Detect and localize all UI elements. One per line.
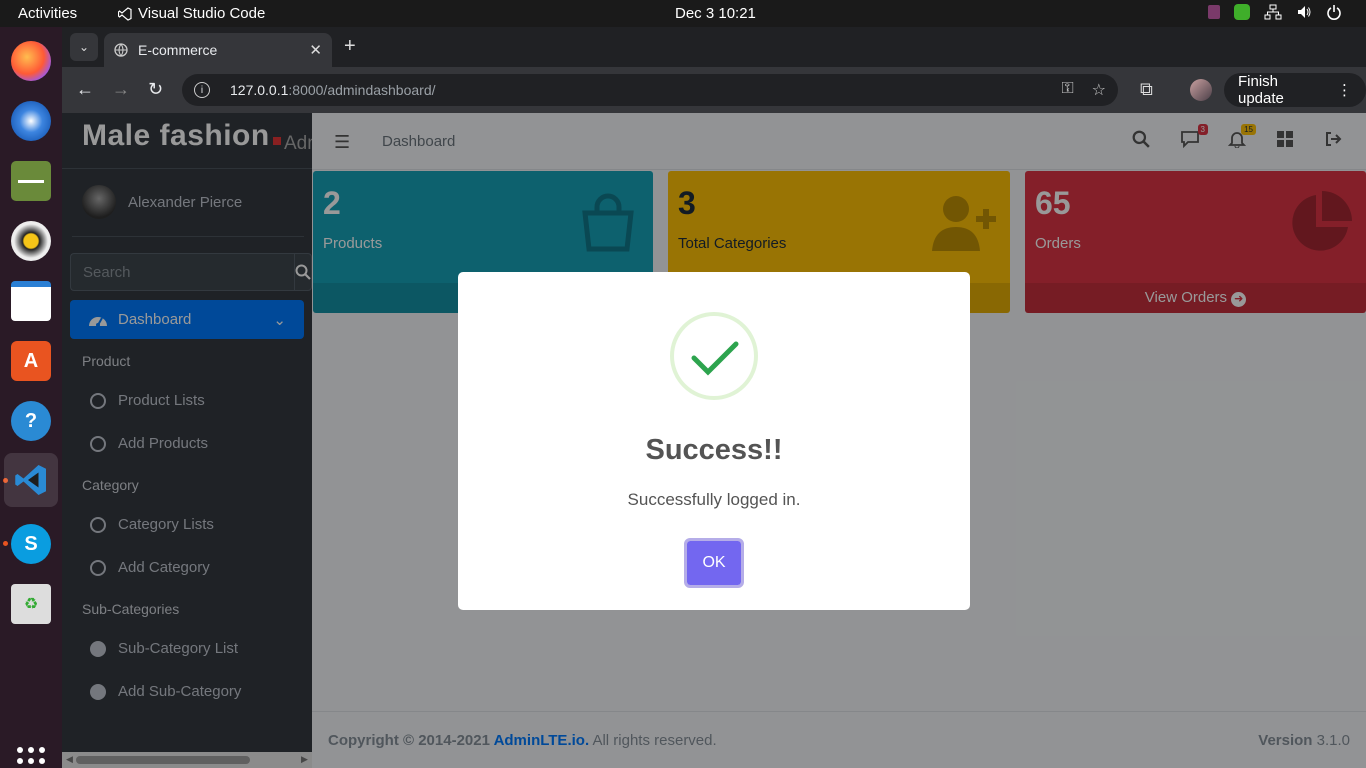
trash-icon[interactable]: ♻ [11, 584, 51, 624]
success-check-icon [670, 312, 758, 400]
system-tray[interactable] [1208, 4, 1342, 20]
tab-search-icon[interactable]: ⌄ [70, 33, 98, 61]
update-shield-icon[interactable] [1234, 4, 1250, 20]
vscode-small-icon [118, 6, 132, 21]
network-icon[interactable] [1264, 4, 1282, 20]
dialog-message: Successfully logged in. [627, 490, 801, 509]
activities-button[interactable]: Activities [18, 5, 77, 22]
close-tab-icon[interactable]: ✕ [309, 41, 322, 59]
thunderbird-icon[interactable] [11, 101, 51, 141]
reload-icon[interactable]: ↻ [148, 79, 163, 99]
extensions-icon[interactable]: ⧉ [1140, 79, 1153, 100]
show-apps-icon[interactable] [17, 747, 45, 768]
address-bar[interactable]: i 127.0.0.1:8000/admindashboard/ ⚿ ☆ [182, 74, 1118, 106]
globe-icon [114, 43, 128, 57]
dock: A ? S ♻ [0, 27, 62, 768]
finish-update-label: Finish update [1238, 73, 1284, 107]
url-path: :8000/admindashboard/ [288, 82, 436, 98]
volume-icon[interactable] [1296, 4, 1312, 20]
profile-avatar[interactable] [1190, 79, 1212, 101]
browser-toolbar: ← → ↻ i 127.0.0.1:8000/admindashboard/ ⚿… [62, 67, 1366, 113]
power-icon[interactable] [1326, 4, 1342, 20]
tab-ecommerce[interactable]: E-commerce ✕ [104, 33, 332, 67]
skype-icon[interactable]: S [11, 524, 51, 564]
tab-strip: ⌄ E-commerce ✕ + [62, 27, 1366, 67]
bookmark-star-icon[interactable]: ☆ [1092, 80, 1106, 100]
success-dialog: Success!! Successfully logged in. OK [458, 272, 970, 610]
back-icon[interactable]: ← [76, 79, 94, 99]
finish-update-button[interactable]: Finish update ⋮ [1224, 73, 1366, 107]
writer-icon[interactable] [11, 281, 51, 321]
rhythmbox-icon[interactable] [11, 221, 51, 261]
indicator-icon[interactable] [1208, 5, 1220, 19]
files-icon[interactable] [11, 161, 51, 201]
system-top-bar: Activities Visual Studio Code Dec 3 10:2… [0, 0, 1366, 27]
site-info-icon[interactable]: i [194, 82, 210, 98]
help-icon[interactable]: ? [11, 401, 51, 441]
key-icon[interactable]: ⚿ [1061, 80, 1073, 100]
admin-page: Male fashion Adm Alexander Pierce Dashbo… [62, 113, 1366, 768]
url-host: 127.0.0.1 [230, 82, 289, 98]
ok-button[interactable]: OK [684, 538, 744, 588]
tab-title: E-commerce [138, 42, 218, 58]
running-indicator [3, 541, 8, 546]
app-name: Visual Studio Code [138, 5, 266, 22]
software-icon[interactable]: A [11, 341, 51, 381]
app-menu[interactable]: Visual Studio Code [118, 5, 265, 22]
forward-icon[interactable]: → [112, 79, 130, 99]
firefox-icon[interactable] [11, 41, 51, 81]
new-tab-icon[interactable]: + [344, 35, 356, 58]
kebab-menu-icon[interactable]: ⋮ [1337, 81, 1352, 99]
clock[interactable]: Dec 3 10:21 [675, 5, 756, 22]
dialog-title: Success!! [645, 434, 783, 466]
vscode-icon[interactable] [4, 453, 58, 507]
